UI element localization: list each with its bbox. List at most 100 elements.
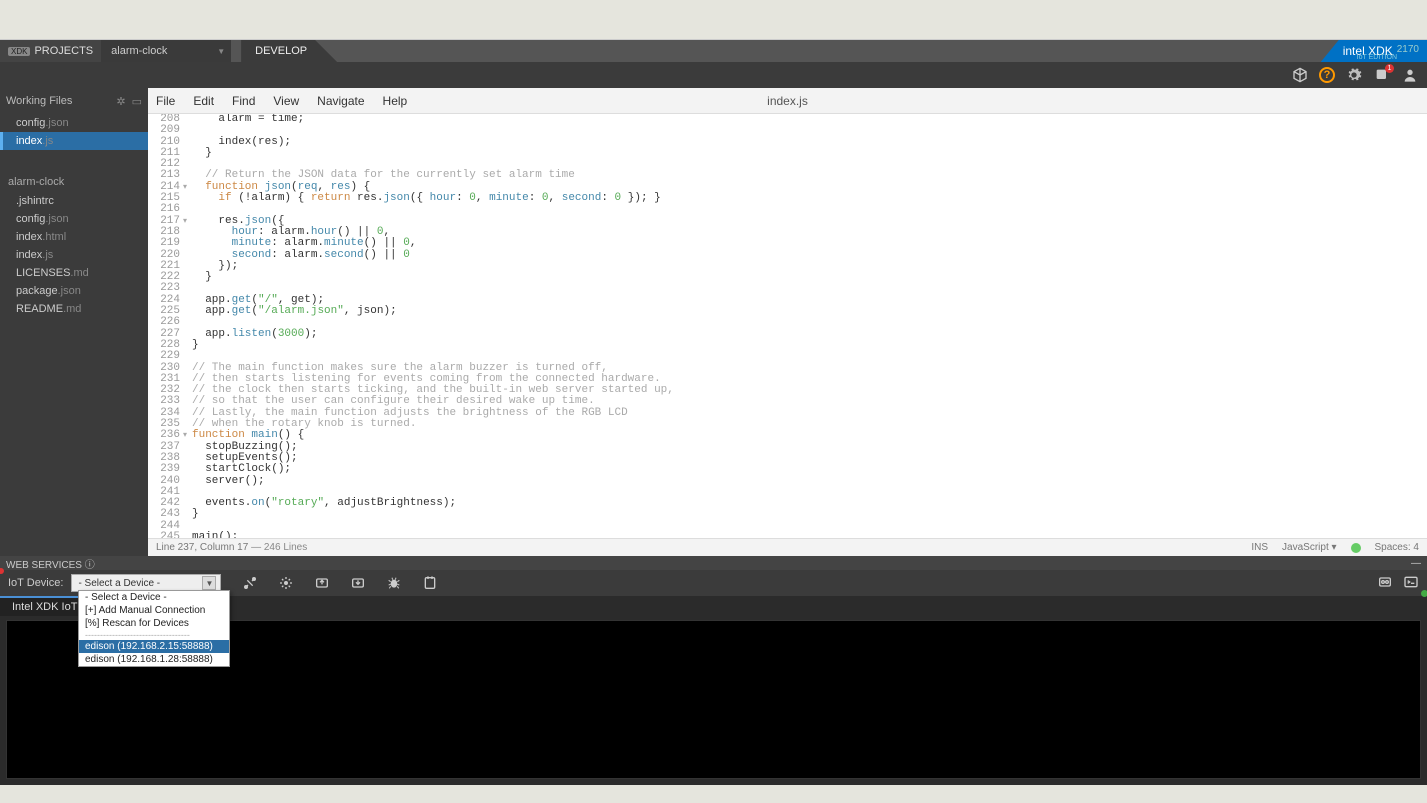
code-line[interactable]: } — [188, 272, 1427, 283]
project-name: alarm-clock — [111, 45, 167, 57]
code-line[interactable]: app.listen(3000); — [188, 329, 1427, 340]
working-file-item[interactable]: index.js — [0, 132, 148, 150]
browser-chrome-spacer — [0, 0, 1427, 40]
debug-icon[interactable] — [385, 574, 403, 592]
iot-device-label: IoT Device: — [8, 577, 63, 589]
file-tree-item[interactable]: LICENSES.md — [0, 264, 148, 282]
menu-edit[interactable]: Edit — [193, 94, 214, 108]
file-tree-item[interactable]: index.html — [0, 228, 148, 246]
menu-help[interactable]: Help — [383, 94, 408, 108]
menubar: File Edit Find View Navigate Help index.js — [148, 88, 1427, 114]
working-file-item[interactable]: config.json — [0, 114, 148, 132]
sidebar: Working Files ✲ ▭ config.jsonindex.js al… — [0, 88, 148, 556]
line-number: 219 — [148, 238, 188, 249]
code-line[interactable]: minute: alarm.minute() || 0, — [188, 238, 1427, 249]
collapse-icon[interactable]: — — [1411, 558, 1421, 569]
device-option[interactable]: edison (192.168.1.28:58888) — [79, 653, 229, 666]
code-line[interactable]: second: alarm.second() || 0 — [188, 250, 1427, 261]
working-files-gear-icon[interactable]: ✲ — [116, 95, 125, 108]
statusbar: Line 237, Column 17 — 246 Lines INS Java… — [148, 538, 1427, 556]
file-tree-item[interactable]: package.json — [0, 282, 148, 300]
code-line[interactable]: events.on("rotary", adjustBrightness); — [188, 498, 1427, 509]
device-option[interactable]: edison (192.168.2.15:58888) — [79, 640, 229, 653]
menu-file[interactable]: File — [156, 94, 175, 108]
code-line[interactable]: function main() { — [188, 430, 1427, 441]
code-line[interactable]: server(); — [188, 476, 1427, 487]
line-number: 245 — [148, 532, 188, 538]
device-option[interactable]: [+] Add Manual Connection — [79, 604, 229, 617]
project-dropdown[interactable]: alarm-clock — [101, 40, 231, 62]
device-option[interactable]: [%] Rescan for Devices — [79, 617, 229, 630]
web-services-panel-header[interactable]: WEB SERVICES ⓘ — — [0, 556, 1427, 570]
line-number: 209 — [148, 125, 188, 136]
line-number: 236 — [148, 430, 188, 441]
code-line[interactable]: setupEvents(); — [188, 453, 1427, 464]
menu-view[interactable]: View — [273, 94, 299, 108]
code-editor[interactable]: 208 alarm = time;209210 index(res);211 }… — [148, 114, 1427, 538]
top-toolbar: ? 1 — [0, 62, 1427, 88]
cube-icon[interactable] — [1291, 66, 1309, 84]
code-line[interactable]: startClock(); — [188, 464, 1427, 475]
ssh-terminal-icon[interactable] — [1403, 574, 1419, 593]
code-line[interactable] — [188, 521, 1427, 532]
console-tab[interactable]: Intel XDK IoT — [0, 596, 90, 616]
code-line[interactable]: alarm = time; — [188, 114, 1427, 125]
user-icon[interactable] — [1401, 66, 1419, 84]
code-line[interactable]: }); — [188, 261, 1427, 272]
upload-icon[interactable] — [313, 574, 331, 592]
code-line[interactable] — [188, 317, 1427, 328]
app-tabbar: XDK PROJECTS alarm-clock DEVELOP intel X… — [0, 40, 1427, 62]
code-line[interactable] — [188, 351, 1427, 362]
code-line[interactable]: // when the rotary knob is turned. — [188, 419, 1427, 430]
working-files-split-icon[interactable]: ▭ — [132, 95, 142, 108]
code-line[interactable]: if (!alarm) { return res.json({ hour: 0,… — [188, 193, 1427, 204]
gear-icon[interactable] — [1345, 66, 1363, 84]
code-line[interactable]: stopBuzzing(); — [188, 442, 1427, 453]
editor-pane: File Edit Find View Navigate Help index.js 20… — [148, 88, 1427, 556]
stop-icon[interactable] — [421, 574, 439, 592]
line-number: 243 — [148, 509, 188, 520]
dropdown-separator: ----------------------------------- — [79, 630, 229, 640]
menu-find[interactable]: Find — [232, 94, 255, 108]
board-config-icon[interactable] — [1377, 574, 1393, 593]
projects-button[interactable]: XDK PROJECTS — [0, 40, 101, 62]
file-tree-item[interactable]: config.json — [0, 210, 148, 228]
install-icon[interactable] — [349, 574, 367, 592]
insert-mode[interactable]: INS — [1251, 542, 1268, 553]
file-tree-item[interactable]: README.md — [0, 300, 148, 318]
menu-navigate[interactable]: Navigate — [317, 94, 364, 108]
indent-settings[interactable]: Spaces: 4 — [1375, 542, 1419, 553]
line-number: 239 — [148, 464, 188, 475]
code-line[interactable] — [188, 125, 1427, 136]
line-number: 226 — [148, 317, 188, 328]
notifications-icon[interactable]: 1 — [1373, 66, 1391, 84]
help-icon[interactable]: ? — [1319, 67, 1335, 83]
file-tree-item[interactable]: .jshintrc — [0, 192, 148, 210]
code-line[interactable]: app.get("/alarm.json", json); — [188, 306, 1427, 317]
code-line[interactable] — [188, 283, 1427, 294]
device-option[interactable]: - Select a Device - — [79, 591, 229, 604]
projects-label: PROJECTS — [34, 45, 93, 57]
connect-icon[interactable] — [241, 574, 259, 592]
status-dot-icon — [1351, 543, 1361, 553]
xdk-badge: XDK — [8, 47, 30, 56]
code-line[interactable] — [188, 204, 1427, 215]
brand-badge: intel XDK 2170 IoT EDITION — [1321, 40, 1427, 62]
brand-version: 2170 — [1397, 44, 1419, 55]
file-tree-item[interactable]: index.js — [0, 246, 148, 264]
device-dropdown-panel: - Select a Device -[+] Add Manual Connec… — [78, 590, 230, 667]
code-line[interactable]: index(res); — [188, 137, 1427, 148]
working-files-header: Working Files ✲ ▭ — [0, 88, 148, 114]
tab-develop[interactable]: DEVELOP — [241, 40, 337, 62]
line-count: — 246 Lines — [248, 542, 307, 553]
code-line[interactable]: } — [188, 340, 1427, 351]
language-select[interactable]: JavaScript ▾ — [1282, 542, 1336, 553]
code-line[interactable]: // Return the JSON data for the currentl… — [188, 170, 1427, 181]
code-line[interactable]: } — [188, 148, 1427, 159]
line-number: 216 — [148, 204, 188, 215]
line-number: 229 — [148, 351, 188, 362]
sync-icon[interactable] — [277, 574, 295, 592]
file-tree-root[interactable]: alarm-clock — [0, 170, 148, 192]
code-line[interactable]: } — [188, 509, 1427, 520]
editor-filename: index.js — [767, 94, 808, 108]
